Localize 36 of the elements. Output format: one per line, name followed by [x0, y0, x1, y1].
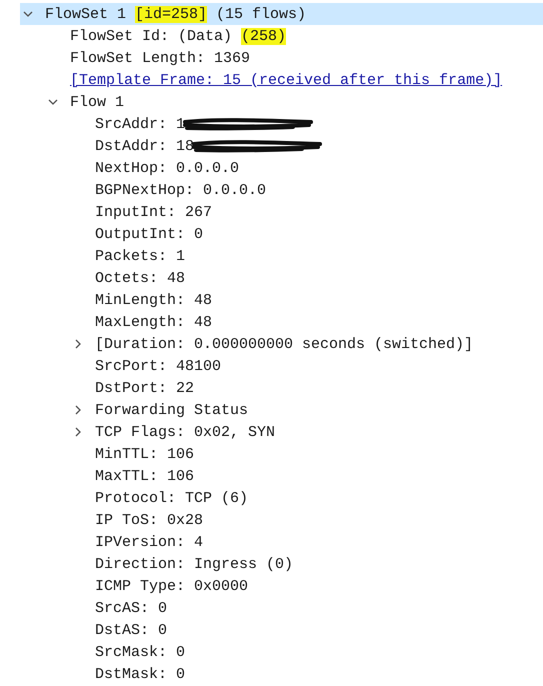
tree-item-text: DstPort: 22: [95, 380, 194, 396]
tree-item-text: BGPNextHop: 0.0.0.0: [95, 182, 266, 198]
tree-item-text: OutputInt: 0: [95, 226, 204, 242]
tree-item-text: TCP Flags: 0x02, SYN: [95, 424, 276, 440]
tree-item-text: InputInt: 267: [95, 204, 212, 220]
field-label: SrcAddr: 1: [95, 116, 186, 132]
template-frame-link[interactable]: [Template Frame: 15 (received after this frame)]: [70, 72, 502, 88]
tree-item-text: NextHop: 0.0.0.0: [95, 160, 240, 176]
tree-item-text: Direction: Ingress (0): [95, 556, 294, 572]
tree-item-text: Flow 1: [70, 94, 124, 110]
tree-item-text: [Duration: 0.000000000 seconds (switched)]: [95, 336, 474, 352]
chevron-down-icon[interactable]: [23, 9, 33, 19]
tree-item-text: FlowSet 1 [id=258] (15 flows): [45, 6, 306, 22]
tree-item-text: Packets: 1: [95, 248, 186, 264]
chevron-right-icon[interactable]: [73, 427, 83, 437]
tree-item-text: Protocol: TCP (6): [95, 490, 248, 506]
tree-item-text: SrcPort: 48100: [95, 358, 222, 374]
tree-item-text: MaxLength: 48: [95, 314, 212, 330]
tree-item-text: IP ToS: 0x28: [95, 512, 204, 528]
tree-item-text: Forwarding Status: [95, 402, 248, 418]
tree-item-text: SrcMask: 0: [95, 644, 186, 660]
tree-item-text: DstAS: 0: [95, 622, 168, 638]
tree-item-text: FlowSet Length: 1369: [70, 50, 250, 66]
tree-item-text: MaxTTL: 106: [95, 468, 194, 484]
tree-item-text: ICMP Type: 0x0000: [95, 578, 248, 594]
tree-item-text: SrcAS: 0: [95, 600, 168, 616]
tree-item-text: IPVersion: 4: [95, 534, 204, 550]
chevron-right-icon[interactable]: [73, 405, 83, 415]
chevron-right-icon[interactable]: [73, 339, 83, 349]
chevron-down-icon[interactable]: [48, 97, 58, 107]
tree-item-text: MinTTL: 106: [95, 446, 194, 462]
tree-item-text: DstMask: 0: [95, 666, 186, 682]
tree-item-text: FlowSet Id: (Data) (258): [70, 28, 286, 44]
tree-item-text: MinLength: 48: [95, 292, 212, 308]
field-label: DstAddr: 18: [95, 138, 194, 154]
tree-item-text: Octets: 48: [95, 270, 186, 286]
